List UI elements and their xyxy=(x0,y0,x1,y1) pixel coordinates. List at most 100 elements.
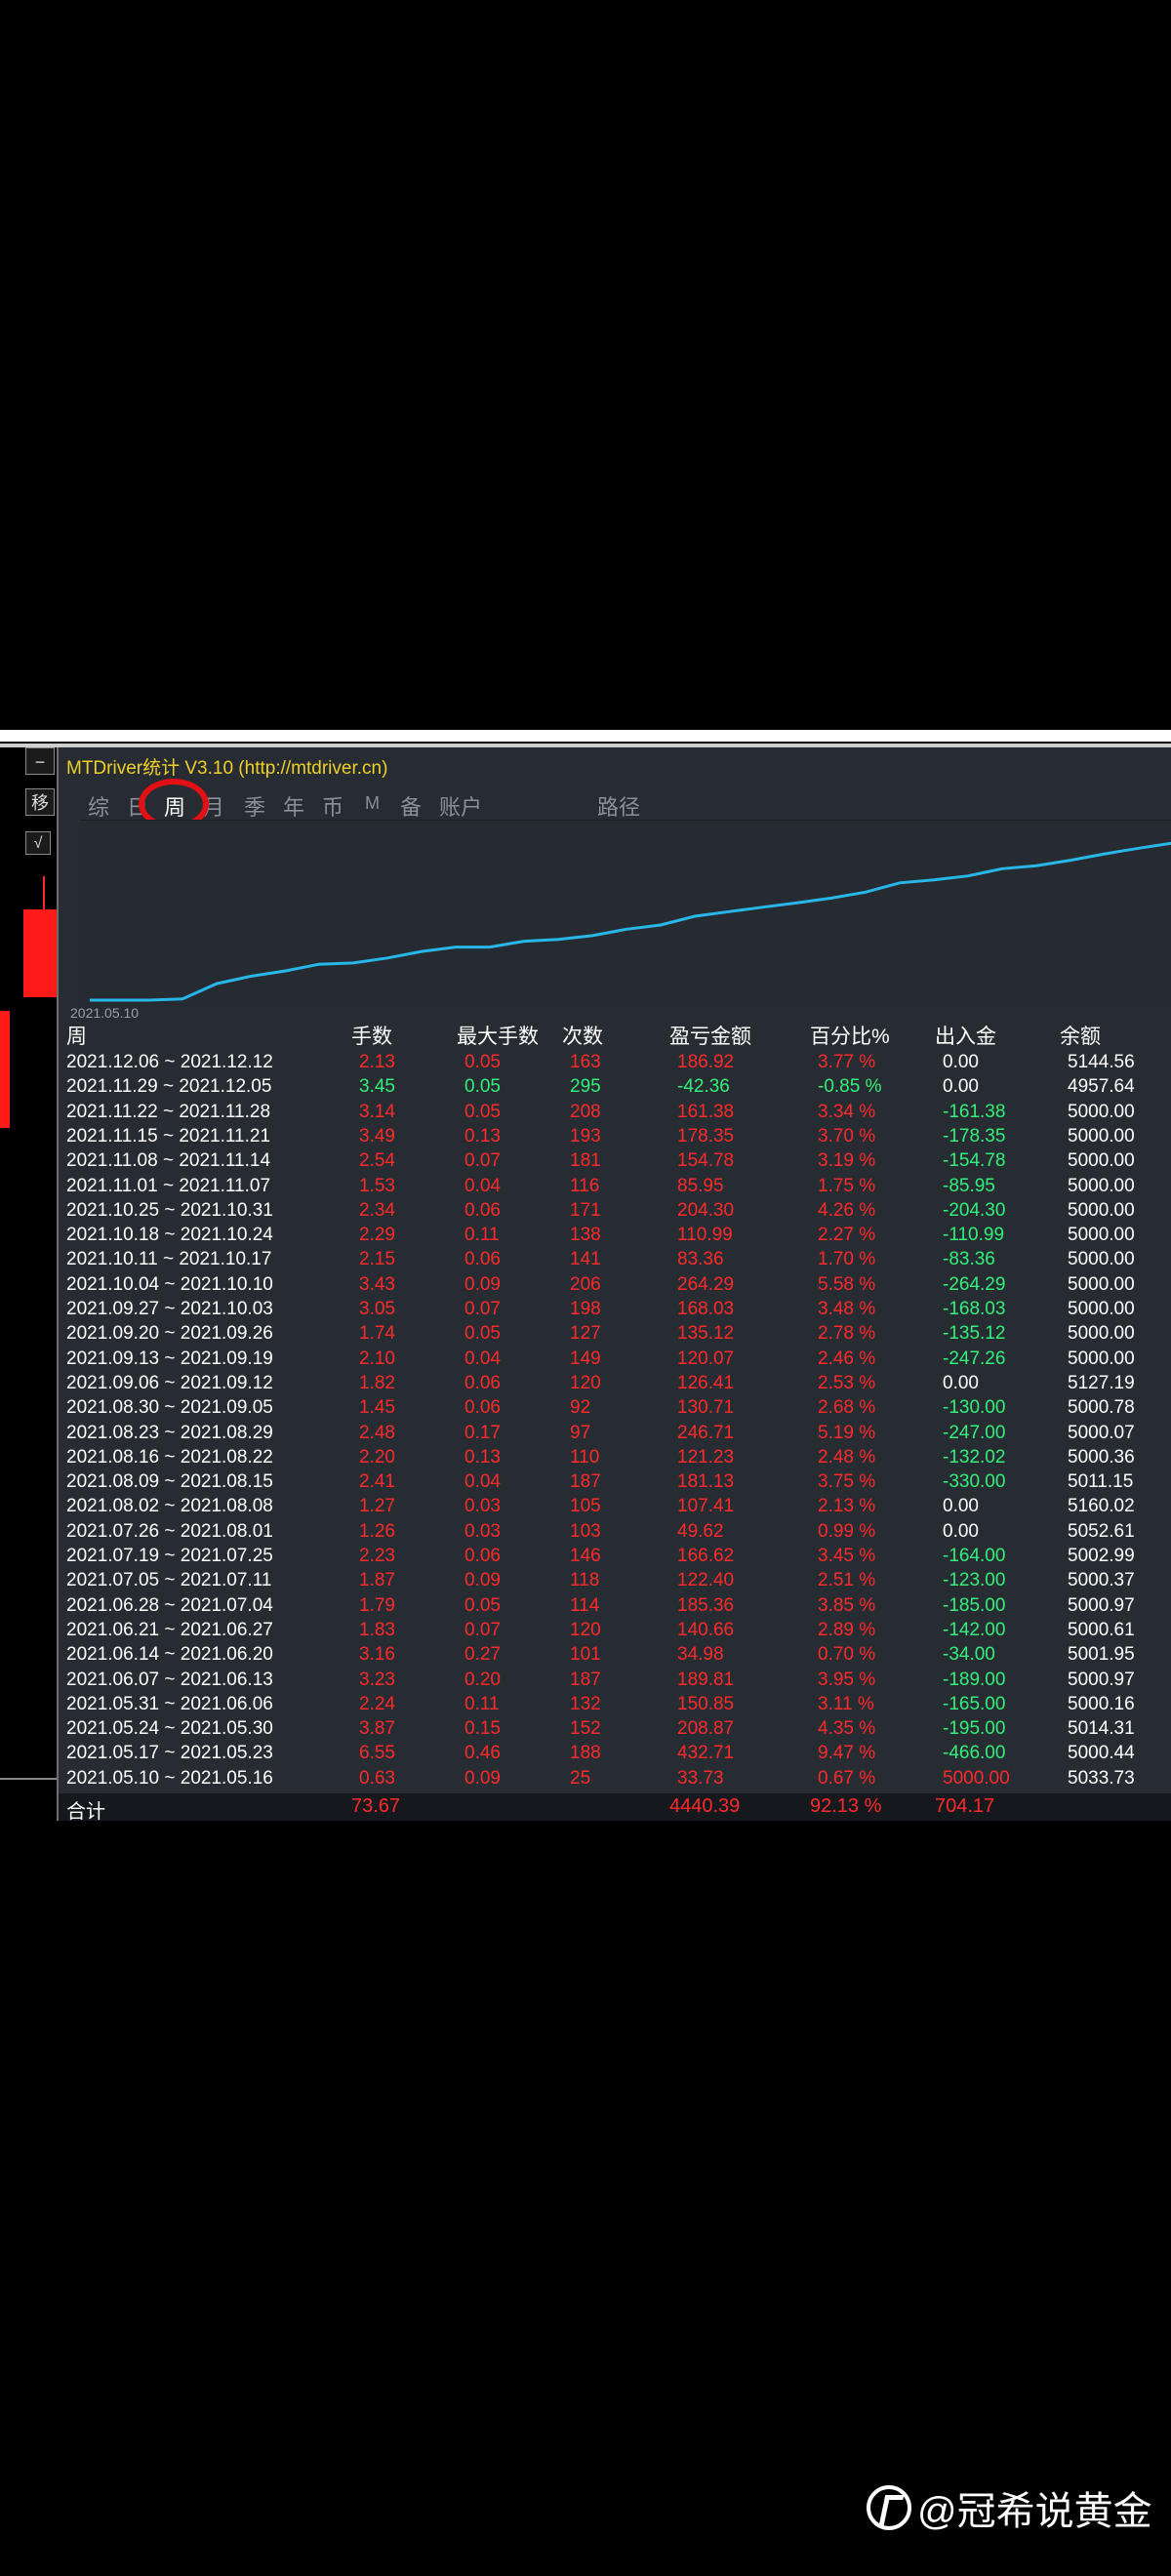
table-row: 2021.09.06 ~ 2021.09.12 1.82 0.06 120 126.41… xyxy=(66,1373,1171,1397)
tab-path[interactable]: 路径 xyxy=(597,790,640,822)
cell-balance: 5000.00 xyxy=(1068,1299,1135,1319)
cell-deposit-withdraw: -161.38 xyxy=(943,1101,1006,1122)
cell-pnl: 126.41 xyxy=(677,1372,735,1393)
cell-max-lots: 0.04 xyxy=(464,1471,501,1493)
cell-deposit-withdraw: -130.00 xyxy=(943,1397,1006,1419)
cell-max-lots: 0.09 xyxy=(464,1273,501,1295)
cell-pnl: 246.71 xyxy=(677,1422,735,1443)
cell-max-lots: 0.07 xyxy=(464,1299,501,1319)
cell-max-lots: 0.05 xyxy=(464,1052,501,1072)
cell-deposit-withdraw: -195.00 xyxy=(943,1718,1006,1740)
equity-line xyxy=(90,841,1171,1002)
tab-overview[interactable]: 综 xyxy=(88,790,109,822)
cell-percent: 2.27 % xyxy=(818,1225,876,1246)
cell-count: 187 xyxy=(570,1669,601,1690)
cell-lots: 1.26 xyxy=(359,1520,395,1542)
cell-pnl: 178.35 xyxy=(677,1125,735,1147)
cell-percent: 4.26 % xyxy=(818,1199,876,1221)
table-row: 2021.08.23 ~ 2021.08.29 2.48 0.17 97 246.71 5… xyxy=(66,1423,1171,1447)
cell-balance: 5001.95 xyxy=(1068,1644,1135,1666)
window-title: MTDriver统计 V3.10 (http://mtdriver.cn) xyxy=(66,758,388,779)
cell-balance: 5052.61 xyxy=(1068,1520,1135,1542)
cell-count: 141 xyxy=(570,1249,601,1270)
cell-percent: 3.75 % xyxy=(818,1471,876,1493)
cell-balance: 5000.61 xyxy=(1068,1619,1135,1640)
cell-lots: 3.45 xyxy=(359,1076,395,1098)
cell-balance: 5000.00 xyxy=(1068,1348,1135,1369)
cell-max-lots: 0.13 xyxy=(464,1446,501,1468)
cell-lots: 2.29 xyxy=(359,1225,395,1246)
screen-top-border xyxy=(0,730,1171,742)
table-row: 2021.07.26 ~ 2021.08.01 1.26 0.03 103 49.62 0… xyxy=(66,1521,1171,1546)
table-row: 2021.06.21 ~ 2021.06.27 1.83 0.07 120 140.66… xyxy=(66,1620,1171,1644)
cell-pnl: 110.99 xyxy=(677,1225,733,1246)
cell-count: 187 xyxy=(570,1471,601,1493)
cell-balance: 5000.00 xyxy=(1068,1150,1135,1172)
check-button[interactable]: √ xyxy=(25,831,51,855)
candle-body xyxy=(23,909,57,997)
cell-lots: 2.23 xyxy=(359,1546,395,1566)
cell-percent: 0.70 % xyxy=(818,1644,876,1666)
cell-week: 2021.12.06 ~ 2021.12.12 xyxy=(66,1052,273,1072)
cell-lots: 2.54 xyxy=(359,1150,395,1172)
cell-pnl: 49.62 xyxy=(677,1520,724,1542)
move-button[interactable]: 移 xyxy=(25,788,55,816)
mtdriver-stats-panel: MTDriver统计 V3.10 (http://mtdriver.cn) 综 … xyxy=(57,747,1171,1823)
cell-week: 2021.11.08 ~ 2021.11.14 xyxy=(66,1150,271,1172)
cell-lots: 3.05 xyxy=(359,1299,395,1319)
cell-percent: 1.75 % xyxy=(818,1175,876,1196)
cell-percent: 2.53 % xyxy=(818,1372,876,1393)
tab-notes[interactable]: 备 xyxy=(400,790,422,822)
cell-lots: 2.34 xyxy=(359,1199,395,1221)
cell-max-lots: 0.20 xyxy=(464,1669,501,1690)
cell-balance: 5033.73 xyxy=(1068,1767,1135,1789)
cell-count: 103 xyxy=(570,1520,601,1542)
table-row: 2021.08.09 ~ 2021.08.15 2.41 0.04 187 181.13… xyxy=(66,1471,1171,1496)
header-count: 次数 xyxy=(562,1026,603,1048)
cell-balance: 5000.00 xyxy=(1068,1249,1135,1270)
equity-chart xyxy=(80,820,1171,1008)
cell-balance: 5000.00 xyxy=(1068,1199,1135,1221)
cell-balance: 5000.44 xyxy=(1068,1743,1135,1764)
table-row: 2021.11.15 ~ 2021.11.21 3.49 0.13 193 178.35… xyxy=(66,1126,1171,1150)
cell-percent: 2.68 % xyxy=(818,1397,876,1419)
table-row: 2021.11.29 ~ 2021.12.05 3.45 0.05 295 -42.36… xyxy=(66,1076,1171,1101)
cell-count: 101 xyxy=(570,1644,601,1666)
tab-account[interactable]: 账户 xyxy=(439,790,482,822)
cell-pnl: 185.36 xyxy=(677,1594,735,1616)
tab-year[interactable]: 年 xyxy=(283,790,304,822)
cell-lots: 1.45 xyxy=(359,1397,395,1419)
table-row: 2021.11.08 ~ 2021.11.14 2.54 0.07 181 154.78… xyxy=(66,1150,1171,1175)
cell-pnl: 107.41 xyxy=(677,1496,735,1517)
cell-count: 295 xyxy=(570,1076,601,1098)
cell-week: 2021.10.11 ~ 2021.10.17 xyxy=(66,1249,272,1270)
totals-lots: 73.67 xyxy=(351,1795,401,1817)
cell-count: 105 xyxy=(570,1496,601,1517)
cell-week: 2021.07.26 ~ 2021.08.01 xyxy=(66,1520,273,1542)
cell-count: 208 xyxy=(570,1101,601,1122)
cell-week: 2021.05.31 ~ 2021.06.06 xyxy=(66,1693,273,1714)
cell-max-lots: 0.46 xyxy=(464,1743,501,1764)
cell-deposit-withdraw: -34.00 xyxy=(943,1644,995,1666)
table-row: 2021.05.17 ~ 2021.05.23 6.55 0.46 188 432.71… xyxy=(66,1743,1171,1767)
tab-quarter[interactable]: 季 xyxy=(244,790,265,822)
totals-deposit-withdraw: 704.17 xyxy=(935,1795,995,1817)
cell-count: 138 xyxy=(570,1225,601,1246)
cell-balance: 5000.07 xyxy=(1068,1422,1135,1443)
cell-deposit-withdraw: -204.30 xyxy=(943,1199,1006,1221)
candle-body-partial xyxy=(0,1011,10,1128)
cell-pnl: 150.85 xyxy=(677,1693,735,1714)
tab-currency[interactable]: 币 xyxy=(322,790,343,822)
cell-pnl: 204.30 xyxy=(677,1199,735,1221)
cell-pnl: 208.87 xyxy=(677,1718,735,1740)
cell-lots: 3.43 xyxy=(359,1273,395,1295)
cell-percent: 4.35 % xyxy=(818,1718,876,1740)
cell-pnl: 34.98 xyxy=(677,1644,724,1666)
cell-deposit-withdraw: -142.00 xyxy=(943,1619,1006,1640)
cell-balance: 5000.00 xyxy=(1068,1323,1135,1345)
tab-m[interactable]: M xyxy=(365,793,380,814)
cell-deposit-withdraw: 0.00 xyxy=(943,1496,979,1517)
cell-balance: 5002.99 xyxy=(1068,1546,1135,1566)
minimize-button[interactable]: − xyxy=(25,747,55,775)
cell-max-lots: 0.27 xyxy=(464,1644,501,1666)
